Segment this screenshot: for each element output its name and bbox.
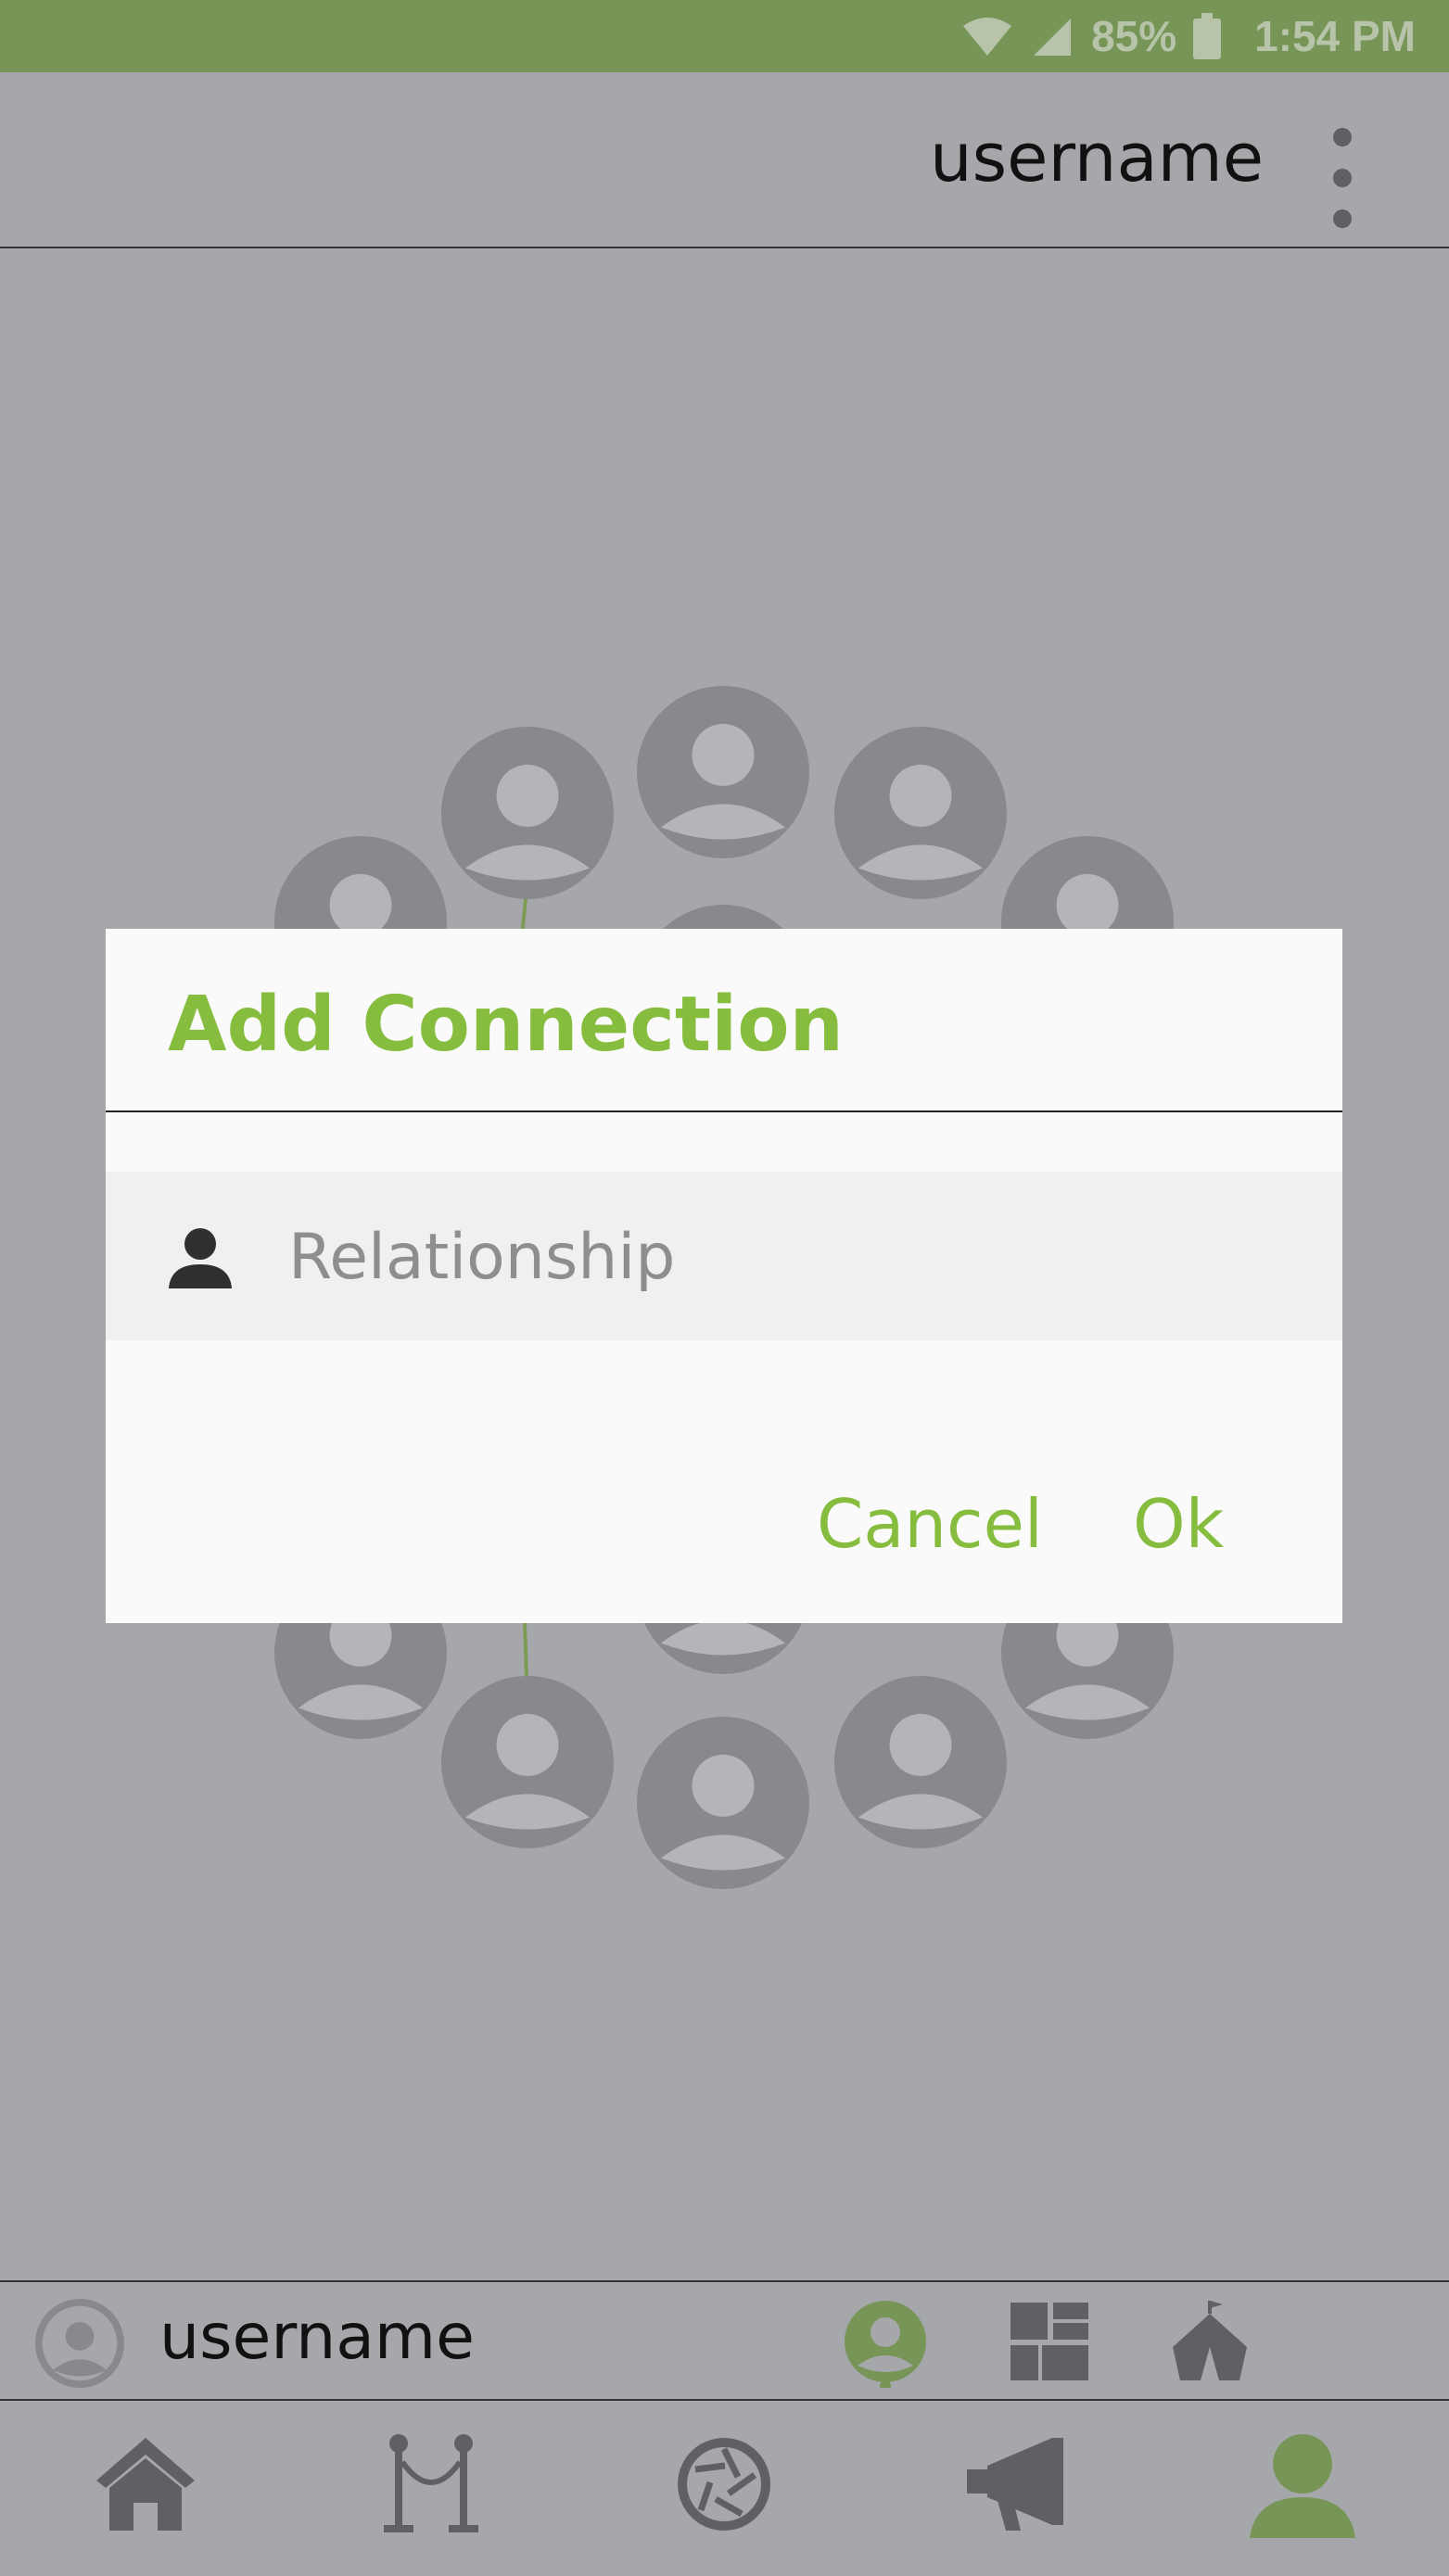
home-icon[interactable] — [85, 2429, 206, 2540]
bottom-nav — [0, 2401, 1449, 2576]
user-name: username — [159, 2301, 475, 2374]
tent-tab-icon[interactable] — [1163, 2295, 1256, 2388]
dialog-title: Add Connection — [168, 981, 844, 1069]
user-bar: username — [0, 2280, 1449, 2401]
relationship-field-row[interactable] — [106, 1172, 1342, 1340]
cancel-button[interactable]: Cancel — [817, 1485, 1043, 1563]
grid-tab-icon[interactable] — [1003, 2295, 1096, 2388]
rope-barrier-icon[interactable] — [371, 2429, 491, 2540]
connection-avatar[interactable] — [441, 727, 614, 899]
person-icon[interactable] — [1242, 2429, 1363, 2540]
camera-shutter-icon[interactable] — [664, 2429, 784, 2540]
connection-avatar[interactable] — [834, 1676, 1007, 1848]
megaphone-icon[interactable] — [960, 2429, 1080, 2540]
relationship-input[interactable] — [286, 1205, 1310, 1309]
profile-tab-icon[interactable] — [839, 2295, 932, 2388]
connection-avatar[interactable] — [834, 727, 1007, 899]
person-icon — [169, 1228, 232, 1288]
connection-avatar[interactable] — [441, 1676, 614, 1848]
avatar[interactable] — [35, 2299, 124, 2388]
dialog-divider — [106, 1110, 1342, 1112]
ok-button[interactable]: Ok — [1133, 1485, 1224, 1563]
add-connection-dialog: Add Connection Cancel Ok — [106, 929, 1342, 1623]
connection-avatar[interactable] — [637, 1717, 809, 1889]
connection-avatar[interactable] — [637, 686, 809, 858]
